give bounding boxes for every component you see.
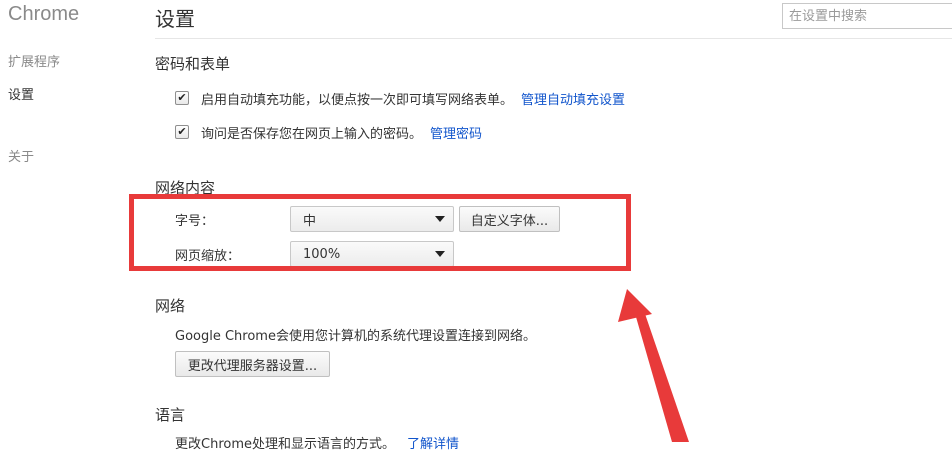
autofill-setting-row: ✔ 启用自动填充功能，以便点按一次即可填写网络表单。 管理自动填充设置 [175, 89, 625, 108]
save-passwords-setting-row: ✔ 询问是否保存您在网页上输入的密码。 管理密码 [175, 123, 482, 142]
autofill-label: 启用自动填充功能，以便点按一次即可填写网络表单。 [201, 92, 514, 108]
languages-description: 更改Chrome处理和显示语言的方式。 [175, 437, 395, 452]
page-title: 设置 [155, 7, 195, 31]
header-divider [155, 38, 952, 39]
section-title-network: 网络 [155, 297, 186, 315]
font-size-value: 中 [303, 213, 317, 229]
change-proxy-button[interactable]: 更改代理服务器设置... [175, 351, 330, 377]
manage-passwords-link[interactable]: 管理密码 [430, 123, 482, 142]
save-passwords-checkbox[interactable]: ✔ [175, 125, 189, 139]
autofill-checkbox[interactable]: ✔ [175, 91, 189, 105]
section-title-web-content: 网络内容 [155, 179, 216, 197]
zoom-value: 100% [303, 246, 341, 262]
sidebar-item-about[interactable]: 关于 [8, 146, 34, 165]
network-description: Google Chrome会使用您计算机的系统代理设置连接到网络。 [175, 329, 536, 344]
manage-autofill-link[interactable]: 管理自动填充设置 [521, 89, 625, 108]
chevron-down-icon [435, 216, 445, 222]
custom-fonts-button[interactable]: 自定义字体... [459, 206, 560, 232]
languages-description-row: 更改Chrome处理和显示语言的方式。 了解详情 [175, 433, 459, 452]
zoom-select[interactable]: 100% [290, 241, 454, 267]
font-size-select[interactable]: 中 [290, 206, 454, 232]
search-input[interactable] [782, 3, 952, 29]
sidebar-item-settings[interactable]: 设置 [8, 84, 34, 103]
zoom-label: 网页缩放： [175, 249, 241, 264]
save-passwords-label: 询问是否保存您在网页上输入的密码。 [201, 126, 423, 142]
section-title-passwords: 密码和表单 [155, 55, 231, 73]
section-title-languages: 语言 [155, 406, 186, 424]
font-size-label: 字号： [175, 214, 215, 229]
chevron-down-icon [435, 251, 445, 257]
learn-more-link[interactable]: 了解详情 [407, 437, 459, 452]
app-title: Chrome [8, 3, 80, 25]
sidebar-item-extensions[interactable]: 扩展程序 [8, 51, 60, 70]
